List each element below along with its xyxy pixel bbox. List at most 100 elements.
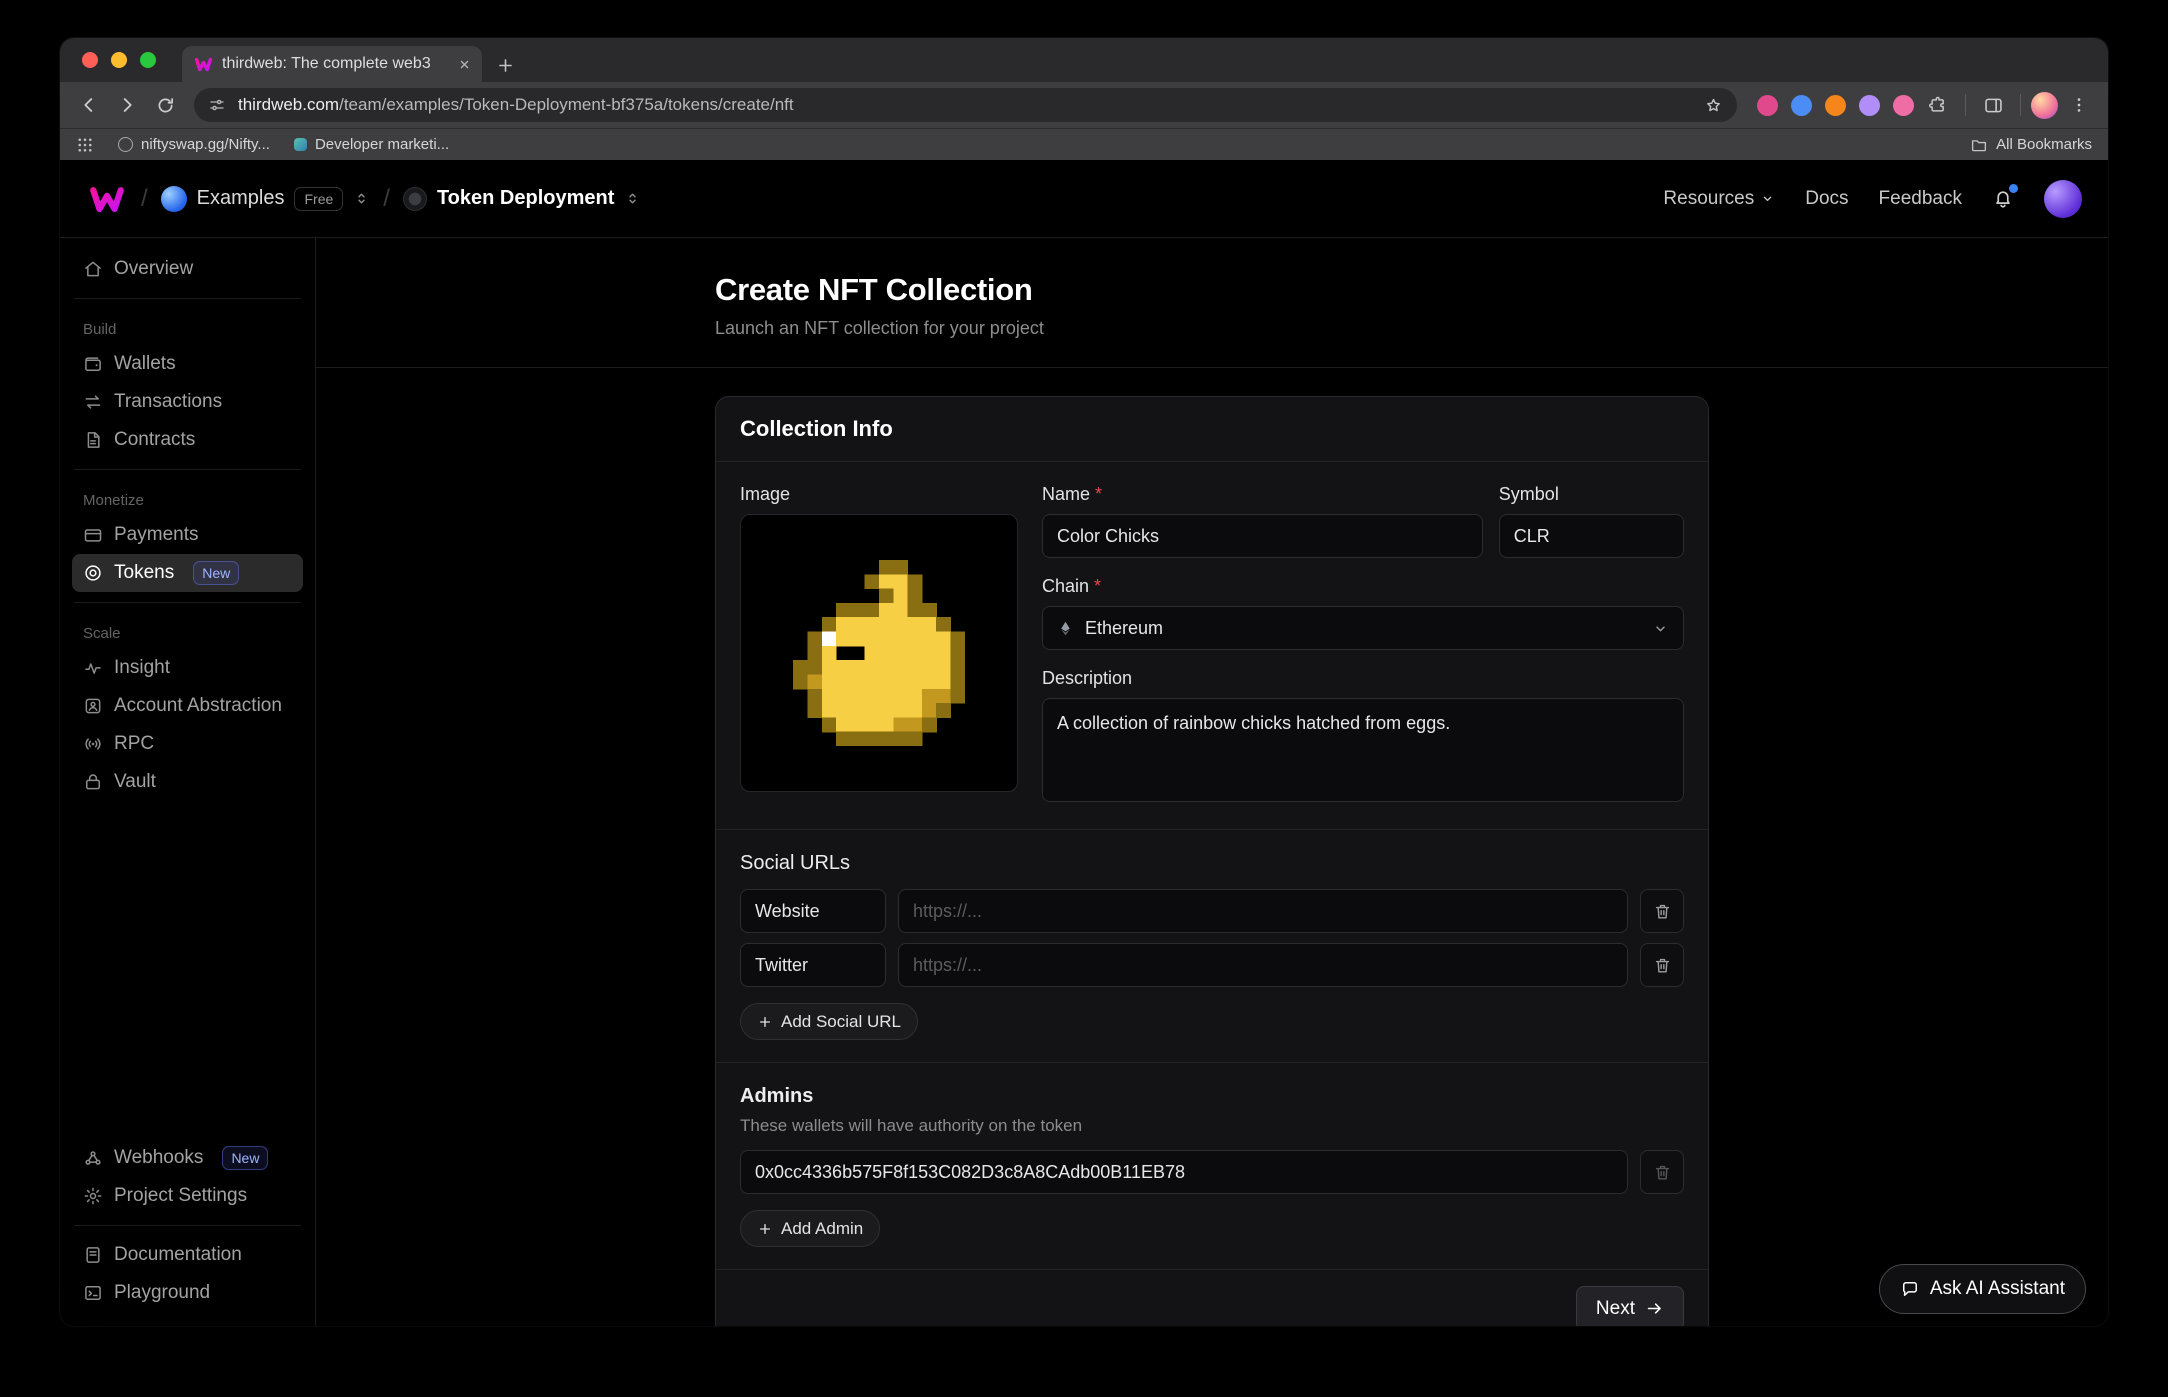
chain-label: Chain* bbox=[1042, 576, 1684, 597]
project-name: Token Deployment bbox=[437, 187, 614, 210]
delete-admin-button[interactable] bbox=[1640, 1150, 1684, 1194]
sidebar-item-transactions[interactable]: Transactions bbox=[72, 383, 303, 421]
card-title: Collection Info bbox=[740, 416, 893, 441]
docs-link[interactable]: Docs bbox=[1805, 188, 1848, 210]
sidebar-item-wallets[interactable]: Wallets bbox=[72, 345, 303, 383]
symbol-label: Symbol bbox=[1499, 484, 1684, 505]
thirdweb-app: / Examples Free / Token Deployment Resou bbox=[60, 160, 2108, 1326]
thirdweb-logo[interactable] bbox=[86, 184, 128, 214]
extension-purple-icon[interactable] bbox=[1859, 95, 1880, 116]
new-tab-button[interactable] bbox=[496, 56, 515, 75]
close-tab-icon[interactable] bbox=[457, 57, 472, 72]
name-input[interactable] bbox=[1042, 514, 1483, 558]
bookmark-label: niftyswap.gg/Nifty... bbox=[141, 136, 270, 153]
address-bar[interactable]: thirdweb.com/team/examples/Token-Deploym… bbox=[194, 88, 1737, 122]
description-textarea[interactable]: A collection of rainbow chicks hatched f… bbox=[1042, 698, 1684, 802]
notifications-button[interactable] bbox=[1992, 188, 2014, 210]
team-selector[interactable]: Examples Free bbox=[161, 186, 371, 212]
side-panel-icon[interactable] bbox=[1976, 88, 2010, 122]
sidebar-item-project-settings[interactable]: Project Settings bbox=[72, 1177, 303, 1215]
admins-title: Admins bbox=[740, 1085, 1684, 1108]
account-abstraction-icon bbox=[83, 696, 103, 716]
new-badge: New bbox=[222, 1146, 268, 1170]
chain-select[interactable]: Ethereum bbox=[1042, 606, 1684, 650]
collection-image-upload[interactable] bbox=[740, 514, 1018, 792]
required-mark: * bbox=[1095, 484, 1102, 505]
chevron-updown-icon[interactable] bbox=[624, 190, 641, 207]
add-admin-button[interactable]: Add Admin bbox=[740, 1210, 880, 1247]
sidebar-item-playground[interactable]: Playground bbox=[72, 1274, 303, 1312]
feedback-link[interactable]: Feedback bbox=[1879, 188, 1962, 210]
sidebar-item-payments[interactable]: Payments bbox=[72, 516, 303, 554]
ask-ai-assistant-button[interactable]: Ask AI Assistant bbox=[1879, 1264, 2086, 1314]
sidebar-item-contracts[interactable]: Contracts bbox=[72, 421, 303, 459]
platform-input-website[interactable] bbox=[740, 889, 886, 933]
sidebar-item-rpc[interactable]: RPC bbox=[72, 725, 303, 763]
reload-button[interactable] bbox=[148, 88, 182, 122]
trash-icon bbox=[1653, 956, 1672, 975]
gear-icon bbox=[83, 1186, 103, 1206]
thirdweb-favicon bbox=[194, 57, 213, 72]
social-urls-section: Social URLs bbox=[716, 829, 1708, 1062]
collection-image-pixel-art bbox=[793, 560, 965, 746]
fullscreen-window-button[interactable] bbox=[140, 52, 156, 68]
next-button[interactable]: Next bbox=[1576, 1286, 1684, 1326]
apps-grid-icon[interactable] bbox=[76, 136, 94, 154]
delete-twitter-row-button[interactable] bbox=[1640, 943, 1684, 987]
extension-rose-icon[interactable] bbox=[1893, 95, 1914, 116]
browser-menu-kebab-icon[interactable] bbox=[2062, 88, 2096, 122]
bookmark-favicon bbox=[294, 138, 307, 151]
close-window-button[interactable] bbox=[82, 52, 98, 68]
user-avatar[interactable] bbox=[2044, 180, 2082, 218]
bookmark-star-icon[interactable] bbox=[1704, 96, 1723, 115]
card-header: Collection Info bbox=[716, 397, 1708, 462]
sidebar-section-monetize: Monetize bbox=[72, 480, 303, 516]
plan-badge: Free bbox=[294, 187, 343, 211]
sidebar-item-account-abstraction[interactable]: Account Abstraction bbox=[72, 687, 303, 725]
chat-icon bbox=[1900, 1279, 1920, 1299]
payments-icon bbox=[83, 525, 103, 545]
platform-input-twitter[interactable] bbox=[740, 943, 886, 987]
back-button[interactable] bbox=[72, 88, 106, 122]
description-label: Description bbox=[1042, 668, 1684, 689]
browser-window: thirdweb: The complete web3 thirdweb.com… bbox=[60, 38, 2108, 1326]
extensions-puzzle-icon[interactable] bbox=[1927, 95, 1947, 115]
bookmark-item[interactable]: Developer marketi... bbox=[294, 136, 449, 153]
bookmark-item[interactable]: niftyswap.gg/Nifty... bbox=[118, 136, 270, 153]
breadcrumb-separator: / bbox=[141, 185, 148, 213]
project-selector[interactable]: Token Deployment bbox=[403, 187, 641, 211]
extension-orange-icon[interactable] bbox=[1825, 95, 1846, 116]
add-social-url-button[interactable]: Add Social URL bbox=[740, 1003, 918, 1040]
sidebar-item-webhooks[interactable]: Webhooks New bbox=[72, 1139, 303, 1177]
window-controls bbox=[82, 38, 156, 82]
site-settings-icon[interactable] bbox=[208, 96, 226, 114]
browser-tab[interactable]: thirdweb: The complete web3 bbox=[182, 46, 482, 82]
bookmarks-bar: niftyswap.gg/Nifty... Developer marketi.… bbox=[60, 128, 2108, 160]
extension-pink-icon[interactable] bbox=[1757, 95, 1778, 116]
sidebar-item-tokens[interactable]: Tokens New bbox=[72, 554, 303, 592]
symbol-input[interactable] bbox=[1499, 514, 1684, 558]
delete-website-row-button[interactable] bbox=[1640, 889, 1684, 933]
collection-info-card: Collection Info Image bbox=[715, 396, 1709, 1326]
toolbar-divider-2 bbox=[2020, 94, 2021, 116]
all-bookmarks-button[interactable]: All Bookmarks bbox=[1970, 136, 2092, 154]
image-label: Image bbox=[740, 484, 1018, 505]
website-url-input[interactable] bbox=[898, 889, 1628, 933]
sidebar-item-vault[interactable]: Vault bbox=[72, 763, 303, 801]
chrome-profile-avatar[interactable] bbox=[2031, 92, 2058, 119]
name-label: Name* bbox=[1042, 484, 1483, 505]
sidebar-item-insight[interactable]: Insight bbox=[72, 649, 303, 687]
sidebar-item-documentation[interactable]: Documentation bbox=[72, 1236, 303, 1274]
plus-icon bbox=[757, 1014, 773, 1030]
chevron-updown-icon[interactable] bbox=[353, 190, 370, 207]
minimize-window-button[interactable] bbox=[111, 52, 127, 68]
page-header: Create NFT Collection Launch an NFT coll… bbox=[316, 238, 2108, 368]
sidebar-item-overview[interactable]: Overview bbox=[72, 250, 303, 288]
extension-blue-icon[interactable] bbox=[1791, 95, 1812, 116]
resources-menu[interactable]: Resources bbox=[1663, 188, 1775, 210]
chevron-down-icon bbox=[1760, 191, 1775, 206]
toolbar-divider bbox=[1965, 94, 1966, 116]
forward-button[interactable] bbox=[110, 88, 144, 122]
admin-address-input[interactable] bbox=[740, 1150, 1628, 1194]
twitter-url-input[interactable] bbox=[898, 943, 1628, 987]
